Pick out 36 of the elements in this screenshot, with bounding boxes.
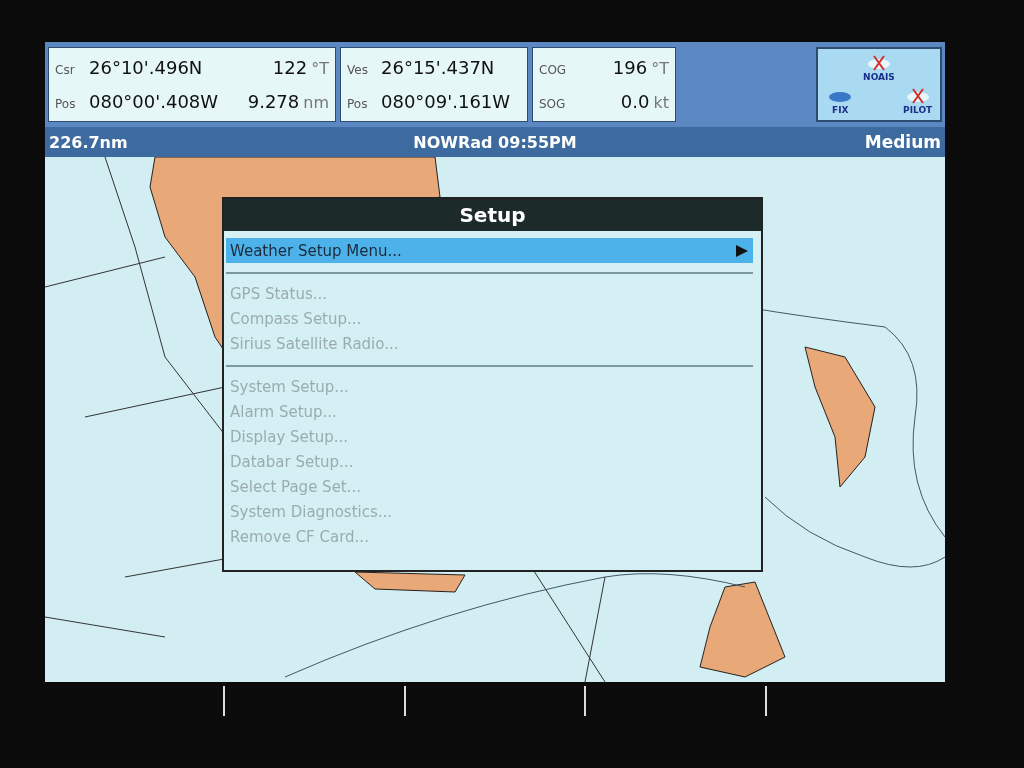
menu-item[interactable]: Weather Setup Menu... xyxy=(226,238,753,263)
menu-item[interactable]: Compass Setup... xyxy=(226,306,753,331)
data-label: Pos xyxy=(347,97,369,112)
mode-label: Medium xyxy=(864,132,941,152)
menu-item[interactable]: Alarm Setup... xyxy=(226,399,753,424)
unit-label: °T xyxy=(311,58,329,78)
status-label: NOAIS xyxy=(863,72,895,83)
coordinate-value: 26°15'.437N xyxy=(381,56,496,78)
menu-item[interactable]: Sirius Satellite Radio... xyxy=(226,331,753,356)
menu-title: Setup xyxy=(224,199,761,231)
data-label: Ves xyxy=(347,62,369,77)
overlay-title: NOWRad 09:55PM xyxy=(413,132,577,152)
status-label: PILOT xyxy=(903,104,933,115)
unit-label: kt xyxy=(653,93,669,113)
menu-item[interactable]: System Setup... xyxy=(226,374,753,399)
menu-item[interactable]: Display Setup... xyxy=(226,424,753,449)
unit-label: nm xyxy=(303,93,329,113)
data-label: SOG xyxy=(539,97,567,112)
menu-item[interactable]: GPS Status... xyxy=(226,281,753,306)
unit-label: °T xyxy=(651,58,669,78)
menu-item[interactable]: Select Page Set... xyxy=(226,474,753,499)
data-value: 0.0 xyxy=(620,91,650,113)
data-label: Pos xyxy=(55,97,77,112)
menu-item[interactable]: Databar Setup... xyxy=(226,449,753,474)
coordinate-value: 26°10'.496N xyxy=(89,56,204,78)
menu-item[interactable]: System Diagnostics... xyxy=(226,499,753,524)
status-label: FIX xyxy=(832,104,849,115)
data-value: 122 xyxy=(272,56,308,78)
menu-item[interactable]: Remove CF Card... xyxy=(226,524,753,549)
coordinate-value: 080°09'.161W xyxy=(381,91,512,113)
range-label: 226.7nm xyxy=(49,132,128,152)
coordinate-value: 080°00'.408W xyxy=(89,91,220,113)
data-value: 196 xyxy=(612,56,648,78)
data-value: 9.278 xyxy=(247,91,300,113)
data-label: COG xyxy=(539,62,568,77)
data-label: Csr xyxy=(55,62,76,77)
